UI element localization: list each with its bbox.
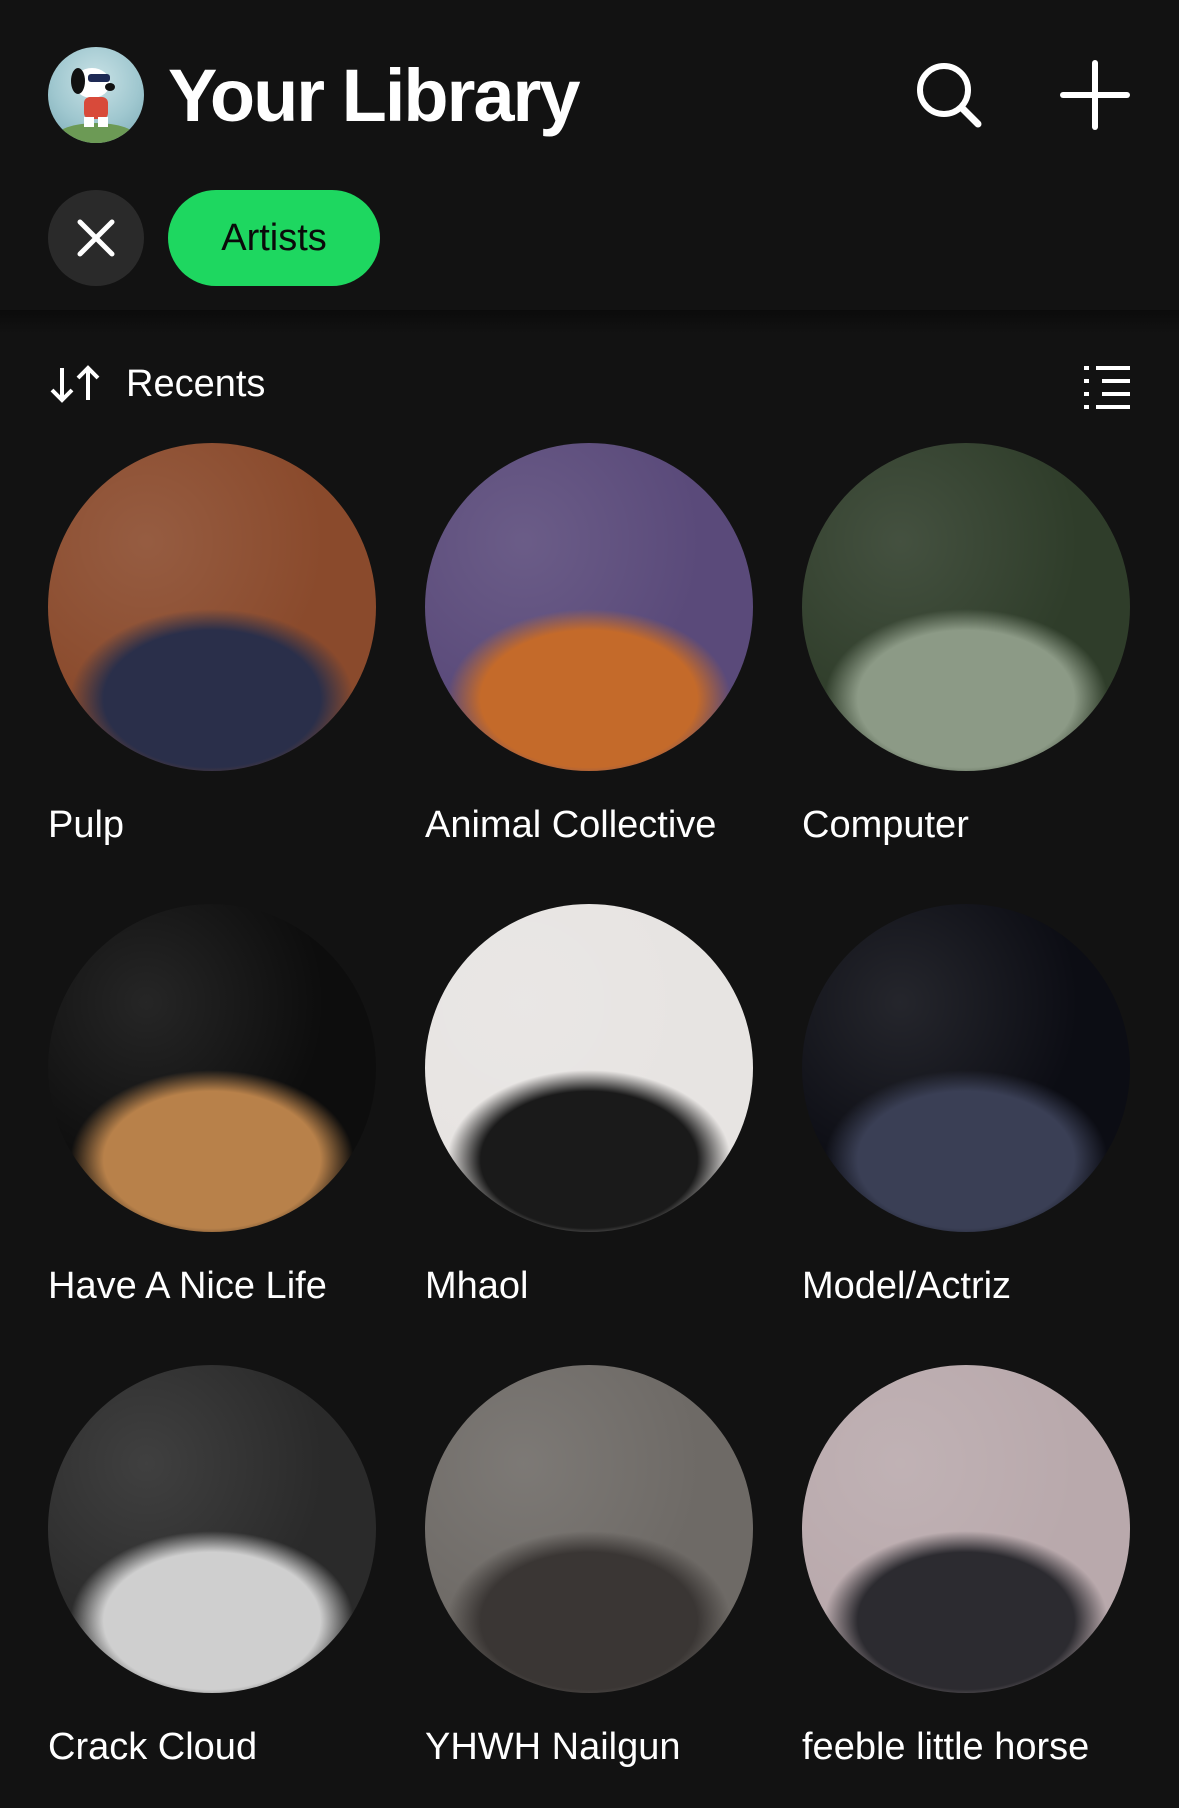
add-button[interactable] <box>1052 52 1138 138</box>
filter-chips: Artists <box>0 190 1179 290</box>
close-icon <box>77 219 115 257</box>
page-title: Your Library <box>168 54 580 137</box>
artist-name: Pulp <box>48 804 125 846</box>
artist-image <box>802 1365 1130 1693</box>
artist-name: Crack Cloud <box>48 1726 258 1768</box>
header-divider-shadow <box>0 310 1179 334</box>
artist-name: Have A Nice Life <box>48 1265 327 1307</box>
artist-image <box>425 443 753 771</box>
artist-tile[interactable]: Animal Collective <box>425 443 755 846</box>
clear-filter-button[interactable] <box>48 190 144 286</box>
artist-image <box>802 904 1130 1232</box>
library-header: Your Library <box>0 0 1179 190</box>
plus-icon <box>1060 60 1130 130</box>
artist-image <box>48 443 376 771</box>
artist-image <box>48 904 376 1232</box>
artist-name: YHWH Nailgun <box>425 1726 681 1768</box>
artist-name: Computer <box>802 804 969 846</box>
artist-tile[interactable]: Mhaol <box>425 904 755 1307</box>
artist-tile[interactable]: Pulp <box>48 443 378 846</box>
artists-filter-chip[interactable]: Artists <box>168 190 380 286</box>
artist-tile[interactable]: Crack Cloud <box>48 1365 378 1768</box>
artist-image <box>425 1365 753 1693</box>
sort-arrows-icon <box>50 365 100 403</box>
artist-name: Animal Collective <box>425 804 717 846</box>
artist-name: Mhaol <box>425 1265 529 1307</box>
artist-tile[interactable]: Computer <box>802 443 1132 846</box>
profile-avatar[interactable] <box>48 47 144 143</box>
sort-bar: Recents <box>0 352 1179 416</box>
artist-tile[interactable]: feeble little horse <box>802 1365 1132 1768</box>
view-toggle-button[interactable] <box>1082 360 1132 410</box>
artist-name: Model/Actriz <box>802 1265 1012 1307</box>
artist-name: feeble little horse <box>802 1726 1090 1768</box>
artist-tile[interactable]: YHWH Nailgun <box>425 1365 755 1768</box>
artist-tile[interactable]: Model/Actriz <box>802 904 1132 1307</box>
list-view-icon <box>1084 366 1130 409</box>
sort-label[interactable]: Recents <box>126 360 265 408</box>
search-icon <box>917 63 982 128</box>
artist-tile[interactable]: Have A Nice Life <box>48 904 378 1307</box>
snoopy-avatar-icon <box>56 68 136 143</box>
artist-image <box>802 443 1130 771</box>
sort-button[interactable] <box>48 364 104 404</box>
artist-image <box>48 1365 376 1693</box>
search-button[interactable] <box>906 52 992 138</box>
artist-image <box>425 904 753 1232</box>
